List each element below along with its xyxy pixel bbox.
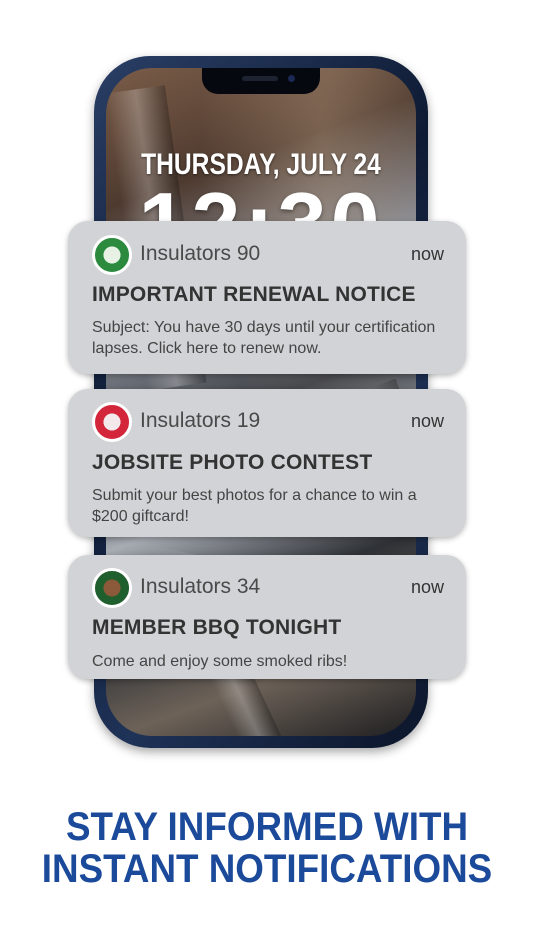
tagline-line-2: INSTANT NOTIFICATIONS [41, 847, 493, 891]
speaker-grille [242, 76, 278, 81]
notification-time: now [410, 577, 444, 597]
notification-title: JOBSITE PHOTO CONTEST [92, 451, 373, 474]
front-camera [288, 75, 295, 82]
notification-card[interactable]: Insulators 34 now MEMBER BBQ TONIGHT Com… [68, 555, 466, 679]
phone-notch [202, 68, 320, 94]
notification-card[interactable]: Insulators 19 now JOBSITE PHOTO CONTEST … [68, 389, 466, 537]
notification-body: Come and enjoy some smoked ribs! [92, 653, 348, 670]
insulators-90-logo-icon [92, 235, 132, 275]
promo-tagline: STAY INFORMED WITH INSTANT NOTIFICATIONS [21, 806, 512, 890]
notification-time: now [410, 244, 444, 264]
notification-body: Submit your best photos for a chance to … [92, 487, 417, 525]
notification-body: Subject: You have 30 days until your cer… [92, 319, 436, 357]
notification-title: IMPORTANT RENEWAL NOTICE [92, 283, 416, 306]
notification-card[interactable]: Insulators 90 now IMPORTANT RENEWAL NOTI… [68, 221, 466, 374]
notification-app-name: Insulators 90 [140, 242, 261, 265]
insulators-34-logo-icon [92, 568, 132, 608]
notification-app-name: Insulators 19 [140, 409, 261, 432]
tagline-line-1: STAY INFORMED WITH [65, 805, 469, 849]
notification-title: MEMBER BBQ TONIGHT [92, 616, 342, 639]
notification-app-name: Insulators 34 [140, 575, 261, 598]
notification-time: now [410, 411, 444, 431]
insulators-19-logo-icon [92, 402, 132, 442]
